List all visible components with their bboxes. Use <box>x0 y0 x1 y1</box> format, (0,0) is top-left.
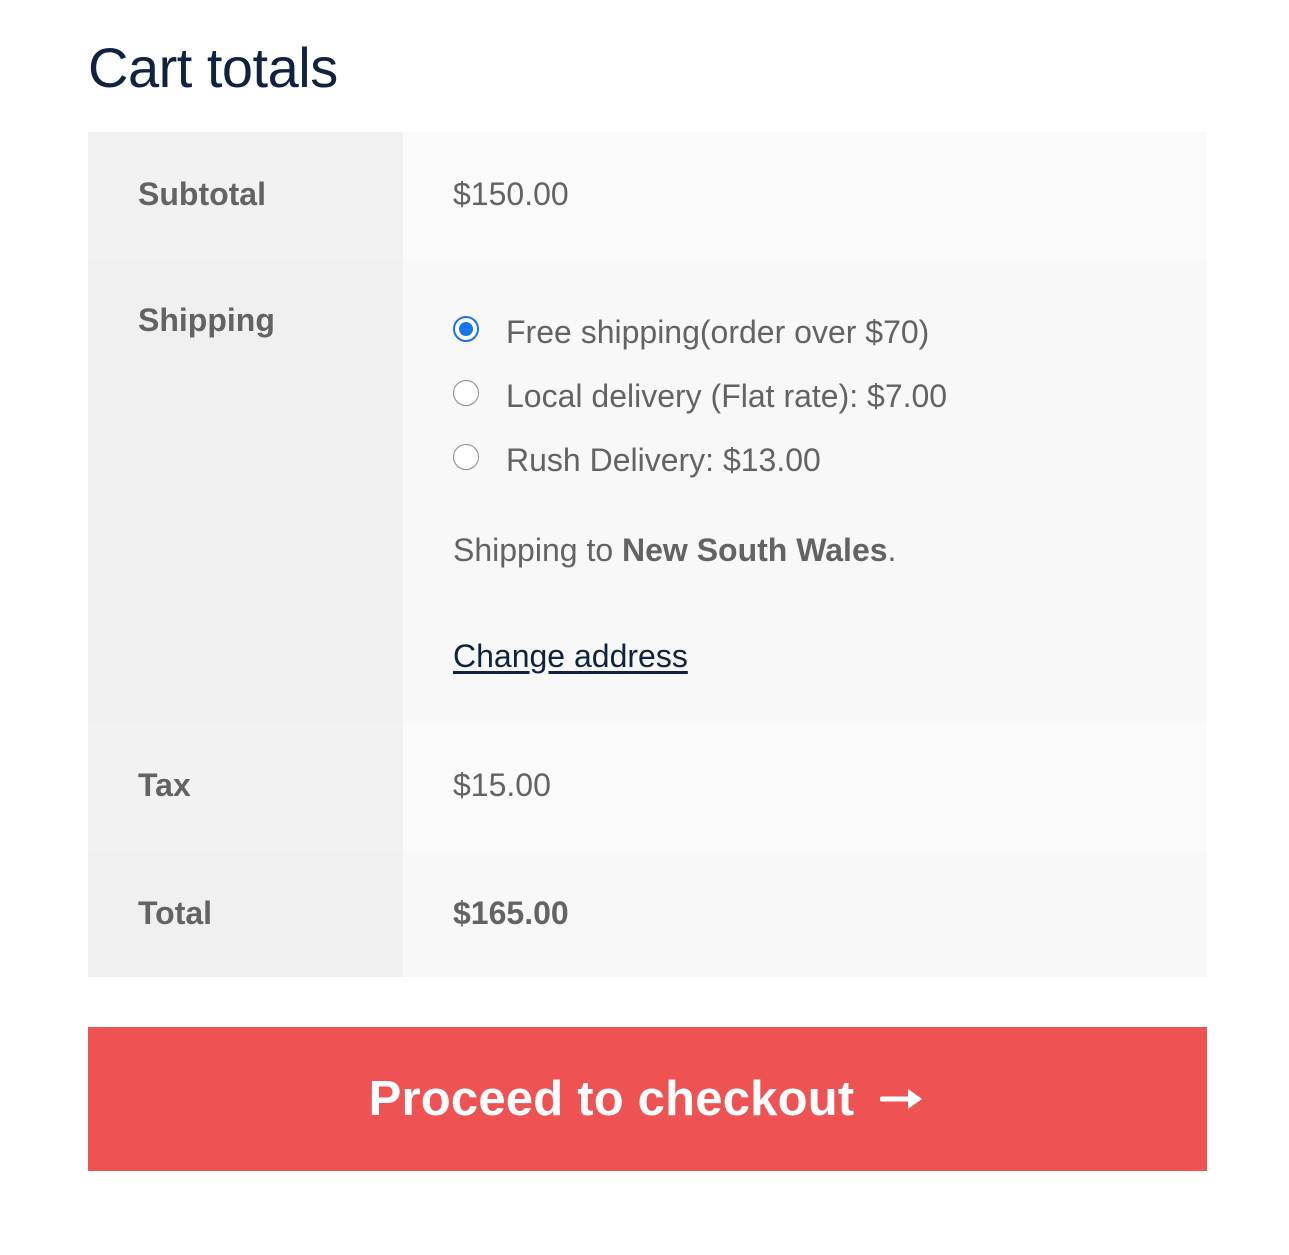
shipping-method-label[interactable]: Local delivery (Flat rate): $7.00 <box>506 378 947 415</box>
shipping-row: Shipping Free shipping(order over $70) L… <box>88 260 1207 723</box>
shipping-method-local[interactable]: Local delivery (Flat rate): $7.00 <box>453 364 1207 428</box>
cart-totals-table: Subtotal $150.00 Shipping Free shipping(… <box>88 132 1207 977</box>
total-label-cell: Total <box>88 851 403 977</box>
shipping-value-cell: Free shipping(order over $70) Local deli… <box>403 260 1207 723</box>
subtotal-label-cell: Subtotal <box>88 132 403 260</box>
shipping-label: Shipping <box>138 302 275 338</box>
total-value: $165.00 <box>453 895 569 931</box>
shipping-destination-region: New South Wales <box>622 532 888 568</box>
tax-value-cell: $15.00 <box>403 723 1207 851</box>
shipping-method-free[interactable]: Free shipping(order over $70) <box>453 300 1207 364</box>
subtotal-label: Subtotal <box>138 176 266 212</box>
tax-value: $15.00 <box>453 767 551 803</box>
total-value-cell: $165.00 <box>403 851 1207 977</box>
checkout-button-label: Proceed to checkout <box>368 1072 855 1126</box>
radio-button-local-delivery[interactable] <box>453 380 479 406</box>
tax-label: Tax <box>138 767 191 803</box>
subtotal-value-cell: $150.00 <box>403 132 1207 260</box>
total-label: Total <box>138 895 213 931</box>
change-address-link[interactable]: Change address <box>453 638 688 675</box>
shipping-destination-suffix: . <box>887 532 897 568</box>
subtotal-value: $150.00 <box>453 176 569 212</box>
radio-button-free-shipping[interactable] <box>453 316 479 342</box>
shipping-destination-prefix: Shipping to <box>453 532 623 568</box>
arrow-right-icon <box>880 1089 923 1109</box>
shipping-method-label[interactable]: Free shipping(order over $70) <box>506 314 929 351</box>
tax-label-cell: Tax <box>88 723 403 851</box>
shipping-method-rush[interactable]: Rush Delivery: $13.00 <box>453 428 1207 492</box>
tax-row: Tax $15.00 <box>88 723 1207 851</box>
page-title: Cart totals <box>88 36 338 99</box>
proceed-to-checkout-button[interactable]: Proceed to checkout <box>88 1027 1207 1171</box>
shipping-method-label[interactable]: Rush Delivery: $13.00 <box>506 442 821 479</box>
shipping-methods-list: Free shipping(order over $70) Local deli… <box>453 300 1207 492</box>
total-row: Total $165.00 <box>88 851 1207 977</box>
subtotal-row: Subtotal $150.00 <box>88 132 1207 260</box>
shipping-label-cell: Shipping <box>88 260 403 723</box>
radio-button-rush-delivery[interactable] <box>453 444 479 470</box>
shipping-destination: Shipping to New South Wales. <box>453 532 1207 569</box>
